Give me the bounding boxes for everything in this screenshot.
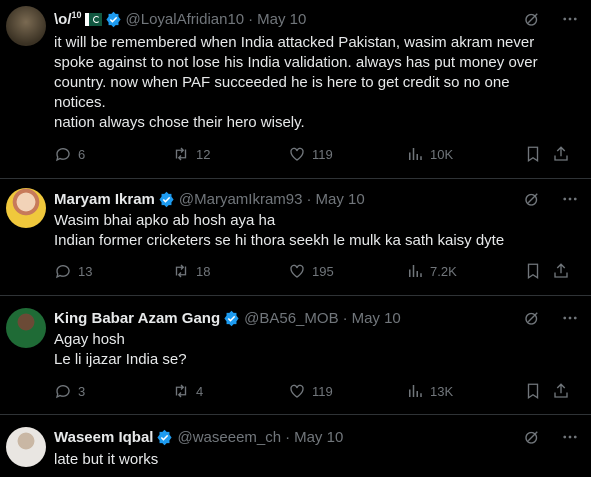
views-button[interactable]: 10K bbox=[406, 145, 453, 163]
tweet[interactable]: King Babar Azam Gang @BA56_MOB · May 10 … bbox=[0, 296, 591, 415]
tweet-actions: 6 12 119 10K bbox=[54, 145, 574, 165]
share-button[interactable] bbox=[552, 262, 570, 280]
separator-dot: · bbox=[285, 428, 291, 446]
like-icon bbox=[288, 382, 306, 400]
like-count: 195 bbox=[312, 263, 334, 279]
bookmark-icon bbox=[524, 382, 542, 400]
reply-button[interactable]: 3 bbox=[54, 382, 85, 400]
tweet-text: Wasim bhai apko ab hosh aya ha Indian fo… bbox=[54, 212, 505, 249]
repost-button[interactable]: 18 bbox=[172, 262, 210, 280]
tweet-text: Agay hosh Le li ijazar India se? bbox=[54, 331, 187, 368]
tweet[interactable]: \o/10 @LoyalAfridian10 · May 10 it will … bbox=[0, 0, 591, 179]
more-icon[interactable] bbox=[561, 428, 579, 446]
views-count: 7.2K bbox=[430, 263, 457, 279]
separator-dot: · bbox=[342, 309, 348, 327]
repost-count: 12 bbox=[196, 146, 211, 162]
author-name-sup: 10 bbox=[71, 10, 82, 20]
avatar[interactable] bbox=[6, 188, 46, 228]
more-icon[interactable] bbox=[561, 10, 579, 28]
tweet-text: it will be remembered when India attacke… bbox=[54, 34, 538, 131]
share-button[interactable] bbox=[552, 145, 570, 163]
views-button[interactable]: 7.2K bbox=[406, 262, 457, 280]
tweet-date[interactable]: May 10 bbox=[316, 191, 365, 208]
verified-badge-icon bbox=[156, 429, 173, 446]
reply-count: 3 bbox=[78, 383, 86, 399]
like-button[interactable]: 195 bbox=[288, 262, 334, 280]
repost-button[interactable]: 4 bbox=[172, 382, 203, 400]
grok-icon[interactable] bbox=[523, 190, 541, 208]
tweet-header: Maryam Ikram @MaryamIkram93 · May 10 bbox=[54, 189, 365, 209]
author-handle[interactable]: @BA56_MOB bbox=[244, 310, 338, 327]
author-name[interactable]: Waseem Iqbal bbox=[54, 429, 153, 446]
reply-count: 6 bbox=[78, 146, 86, 162]
grok-icon[interactable] bbox=[523, 309, 541, 327]
like-count: 119 bbox=[312, 383, 333, 399]
bookmark-button[interactable] bbox=[524, 145, 542, 163]
share-icon bbox=[552, 145, 570, 163]
repost-icon bbox=[172, 382, 190, 400]
share-button[interactable] bbox=[552, 382, 570, 400]
views-button[interactable]: 13K bbox=[406, 382, 453, 400]
grok-icon[interactable] bbox=[523, 10, 541, 28]
author-handle[interactable]: @MaryamIkram93 bbox=[179, 191, 303, 208]
separator-dot: · bbox=[248, 10, 254, 28]
like-icon bbox=[288, 145, 306, 163]
tweet[interactable]: Waseem Iqbal @waseeem_ch · May 10 late b… bbox=[0, 415, 591, 477]
author-handle[interactable]: @waseeem_ch bbox=[177, 429, 281, 446]
tweet-header: Waseem Iqbal @waseeem_ch · May 10 bbox=[54, 427, 343, 447]
tweet-date[interactable]: May 10 bbox=[294, 429, 343, 446]
reply-icon bbox=[54, 382, 72, 400]
views-icon bbox=[406, 262, 424, 280]
reply-button[interactable]: 6 bbox=[54, 145, 85, 163]
share-icon bbox=[552, 382, 570, 400]
verified-badge-icon bbox=[105, 11, 122, 28]
more-icon[interactable] bbox=[561, 190, 579, 208]
tweet-header: \o/10 @LoyalAfridian10 · May 10 bbox=[54, 9, 306, 29]
bookmark-icon bbox=[524, 262, 542, 280]
repost-count: 4 bbox=[196, 383, 204, 399]
reply-icon bbox=[54, 262, 72, 280]
author-name[interactable]: \o/10 bbox=[54, 10, 82, 28]
author-name[interactable]: Maryam Ikram bbox=[54, 191, 155, 208]
more-icon[interactable] bbox=[561, 309, 579, 327]
separator-dot: · bbox=[306, 190, 312, 208]
grok-icon[interactable] bbox=[523, 428, 541, 446]
reply-button[interactable]: 13 bbox=[54, 262, 92, 280]
like-count: 119 bbox=[312, 146, 333, 162]
like-icon bbox=[288, 262, 306, 280]
avatar[interactable] bbox=[6, 6, 46, 46]
repost-button[interactable]: 12 bbox=[172, 145, 210, 163]
verified-badge-icon bbox=[223, 310, 240, 327]
avatar[interactable] bbox=[6, 427, 46, 467]
views-count: 13K bbox=[430, 383, 454, 399]
tweet-text: late but it works bbox=[54, 451, 159, 468]
bookmark-icon bbox=[524, 145, 542, 163]
reply-icon bbox=[54, 145, 72, 163]
repost-icon bbox=[172, 145, 190, 163]
like-button[interactable]: 119 bbox=[288, 382, 333, 400]
author-name[interactable]: King Babar Azam Gang bbox=[54, 310, 220, 327]
bookmark-button[interactable] bbox=[524, 382, 542, 400]
tweet-actions: 3 4 119 13K bbox=[54, 382, 574, 402]
views-count: 10K bbox=[430, 146, 454, 162]
tweet[interactable]: Maryam Ikram @MaryamIkram93 · May 10 Was… bbox=[0, 179, 591, 296]
views-icon bbox=[406, 145, 424, 163]
share-icon bbox=[552, 262, 570, 280]
repost-icon bbox=[172, 262, 190, 280]
author-name-text[interactable]: \o/ bbox=[54, 11, 72, 28]
author-handle[interactable]: @LoyalAfridian10 bbox=[126, 11, 245, 28]
verified-badge-icon bbox=[158, 191, 175, 208]
pakistan-flag-icon bbox=[84, 12, 102, 26]
tweet-actions: 13 18 195 7.2K bbox=[54, 262, 574, 282]
tweet-header: King Babar Azam Gang @BA56_MOB · May 10 bbox=[54, 308, 401, 328]
bookmark-button[interactable] bbox=[524, 262, 542, 280]
reply-count: 13 bbox=[78, 263, 93, 279]
like-button[interactable]: 119 bbox=[288, 145, 333, 163]
repost-count: 18 bbox=[196, 263, 211, 279]
tweet-date[interactable]: May 10 bbox=[352, 310, 401, 327]
avatar[interactable] bbox=[6, 308, 46, 348]
tweet-date[interactable]: May 10 bbox=[257, 11, 306, 28]
views-icon bbox=[406, 382, 424, 400]
